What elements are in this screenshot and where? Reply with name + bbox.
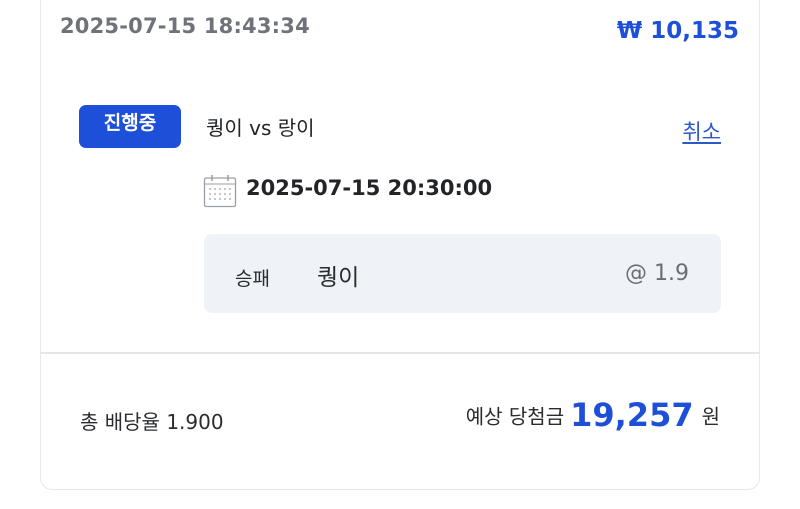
expected-payout: 예상 당첨금 19,257 원	[466, 396, 720, 434]
payout-unit: 원	[701, 404, 720, 429]
cancel-link[interactable]: 취소	[682, 116, 721, 146]
match-title: 퀑이 vs 랑이	[206, 116, 315, 140]
match-time: 2025-07-15 20:30:00	[246, 176, 493, 200]
calendar-icon	[203, 175, 237, 208]
odds-label: @ 1.9	[625, 261, 689, 286]
status-badge: 진행중	[79, 105, 181, 148]
payout-value: 19,257	[570, 396, 694, 434]
total-odds: 총 배당율 1.900	[80, 410, 224, 434]
pick-label: 퀑이	[317, 265, 360, 291]
bet-placed-time: 2025-07-15 18:43:34	[60, 14, 310, 38]
market-label: 승패	[235, 268, 270, 290]
payout-label: 예상 당첨금	[465, 404, 565, 429]
divider	[40, 352, 760, 354]
stake-amount: ₩ 10,135	[616, 18, 739, 44]
